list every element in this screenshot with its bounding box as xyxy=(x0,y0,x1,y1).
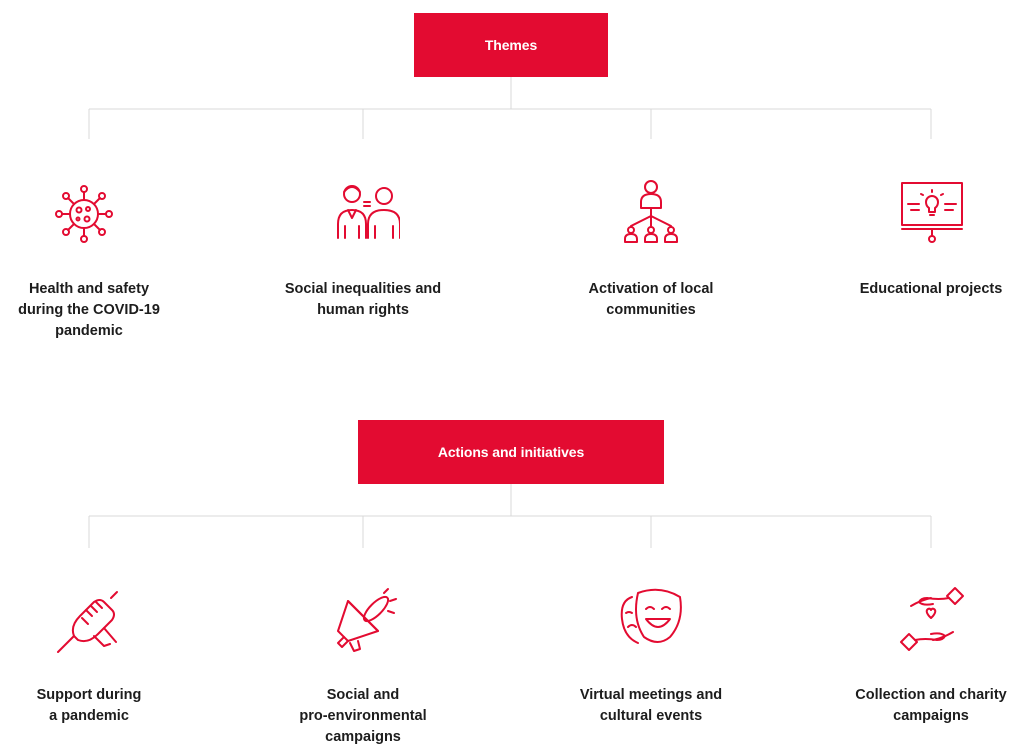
action-label-support: Support during a pandemic xyxy=(36,687,142,724)
actions-title: Actions and initiatives xyxy=(437,444,585,460)
themes-header: Themes xyxy=(414,13,608,77)
actions-header: Actions and initiatives xyxy=(358,420,664,484)
themes-title: Themes xyxy=(484,37,538,53)
theme-label-social-inequalities: Social inequalities and human rights xyxy=(284,281,442,318)
action-label-charity: Collection and charity campaigns xyxy=(855,687,1007,724)
megaphone-icon xyxy=(332,587,398,653)
people-talking-icon xyxy=(334,180,400,246)
connector-lines xyxy=(88,77,932,548)
community-network-icon xyxy=(618,178,684,244)
theme-label-health: Health and safety during the COVID-19 pa… xyxy=(18,281,160,339)
theme-label-educational: Educational projects xyxy=(859,281,1003,297)
theme-label-local-communities: Activation of local communities xyxy=(588,281,714,318)
presentation-lightbulb-icon xyxy=(899,180,965,246)
charity-hands-icon xyxy=(899,586,965,652)
handshake-icon xyxy=(56,588,122,654)
action-label-campaigns: Social and pro-environmental campaigns xyxy=(299,687,427,745)
theater-masks-icon xyxy=(618,587,684,653)
virus-icon xyxy=(51,181,117,247)
action-label-virtual-meetings: Virtual meetings and cultural events xyxy=(579,687,723,724)
